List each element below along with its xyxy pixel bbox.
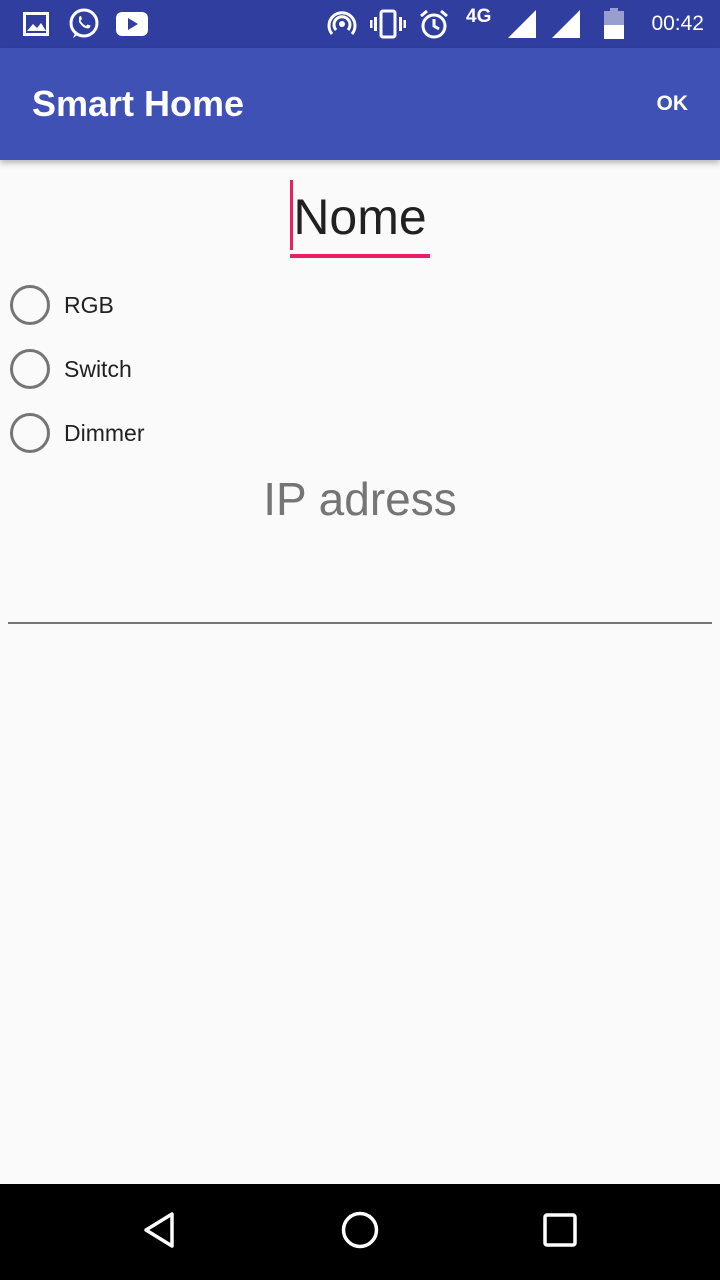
youtube-icon — [114, 0, 150, 48]
home-button[interactable] — [312, 1184, 408, 1280]
radio-button-icon[interactable] — [10, 349, 50, 389]
ip-address-underline — [8, 622, 712, 624]
ip-address-input[interactable]: IP adress — [8, 460, 712, 626]
name-input-underline — [290, 254, 430, 258]
network-type-label: 4G — [466, 6, 492, 27]
radio-button-icon[interactable] — [10, 413, 50, 453]
alarm-icon — [418, 0, 450, 48]
back-icon — [140, 1210, 180, 1255]
app-bar: Smart Home OK — [0, 48, 720, 160]
signal-icon — [506, 0, 538, 48]
ip-address-placeholder: IP adress — [263, 473, 457, 525]
app-title: Smart Home — [32, 83, 245, 124]
navigation-bar — [0, 1184, 720, 1280]
radio-button-icon[interactable] — [10, 285, 50, 325]
radio-option-dimmer[interactable]: Dimmer — [10, 405, 310, 461]
recents-icon — [542, 1212, 578, 1253]
radio-option-rgb[interactable]: RGB — [10, 277, 310, 333]
battery-icon — [600, 0, 628, 48]
radio-label-switch: Switch — [64, 355, 132, 382]
status-bar: 4G 00:42 — [0, 0, 720, 48]
signal-icon — [550, 0, 582, 48]
back-button[interactable] — [112, 1184, 208, 1280]
clock-time: 00:42 — [651, 12, 704, 35]
name-input-value: Nome — [293, 189, 427, 245]
whatsapp-icon — [66, 0, 102, 48]
vibrate-icon — [370, 0, 406, 48]
home-icon — [340, 1210, 380, 1255]
hotspot-icon — [326, 0, 358, 48]
radio-option-switch[interactable]: Switch — [10, 341, 310, 397]
name-input[interactable]: Nome — [290, 178, 430, 258]
gallery-icon — [22, 0, 50, 48]
radio-label-rgb: RGB — [64, 291, 114, 318]
ok-button[interactable]: OK — [645, 82, 701, 126]
recents-button[interactable] — [512, 1184, 608, 1280]
radio-label-dimmer: Dimmer — [64, 419, 145, 446]
